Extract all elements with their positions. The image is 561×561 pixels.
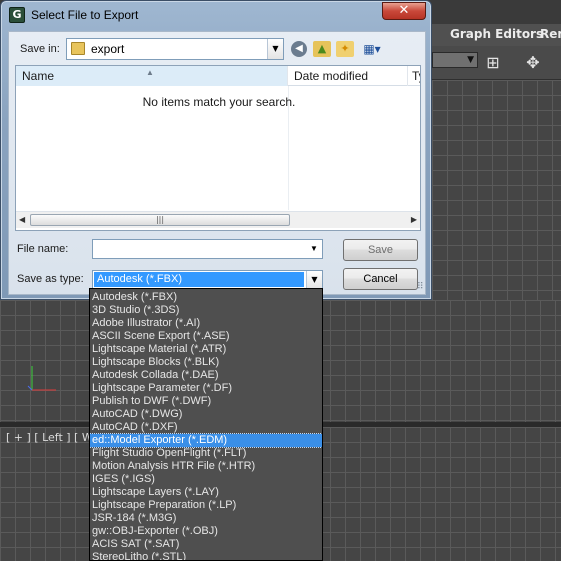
sort-arrow-icon: ▲ [146,68,154,77]
file-type-option[interactable]: Publish to DWF (*.DWF) [90,395,322,408]
menu-rendering[interactable]: Ren [540,27,561,41]
file-type-option[interactable]: Autodesk Collada (*.DAE) [90,369,322,382]
back-icon[interactable]: ◀ [291,41,307,57]
file-type-option[interactable]: 3D Studio (*.3DS) [90,304,322,317]
file-type-option[interactable]: Lightscape Blocks (*.BLK) [90,356,322,369]
cancel-button[interactable]: Cancel [343,268,418,290]
file-type-option[interactable]: Flight Studio OpenFlight (*.FLT) [90,447,322,460]
scroll-left-icon[interactable]: ◀ [19,215,25,224]
save-button[interactable]: Save [343,239,418,261]
file-name-label: File name: [17,243,69,255]
title-bar[interactable]: G Select File to Export ✕ [1,1,431,29]
folder-icon [71,42,85,55]
column-name-label: Name [22,69,55,83]
file-type-option[interactable]: Lightscape Layers (*.LAY) [90,486,322,499]
file-type-option[interactable]: Motion Analysis HTR File (*.HTR) [90,460,322,473]
save-in-value: export [91,42,125,56]
app-toolbar: ▼ ⊞ ✥ [432,46,561,80]
menu-graph-editors[interactable]: Graph Editors [450,27,543,41]
file-type-option[interactable]: StereoLitho (*.STL) [90,551,322,560]
column-type[interactable]: Ty [408,66,420,86]
view-menu-icon[interactable]: ▦▾ [360,41,384,57]
resize-grip-icon[interactable]: ⠿ [417,282,424,292]
chevron-down-icon[interactable]: ▼ [306,240,322,258]
save-in-dropdown[interactable]: export ▼ [66,38,284,60]
chevron-down-icon: ▼ [467,55,474,65]
file-type-option[interactable]: Lightscape Material (*.ATR) [90,343,322,356]
column-name[interactable]: Name ▲ [16,66,288,86]
list-header: Name ▲ Date modified Ty [16,66,420,86]
scroll-right-icon[interactable]: ▶ [411,215,417,224]
scrollbar-thumb[interactable]: ||| [30,214,290,226]
file-type-option[interactable]: gw::OBJ-Exporter (*.OBJ) [90,525,322,538]
axis-tripod-icon [27,366,56,391]
save-as-type-label: Save as type: [17,273,84,285]
file-type-option[interactable]: Lightscape Parameter (*.DF) [90,382,322,395]
move-icon[interactable]: ✥ [522,52,544,74]
file-type-option[interactable]: ASCII Scene Export (*.ASE) [90,330,322,343]
new-folder-icon[interactable]: ✦ [336,41,354,57]
empty-message: No items match your search. [142,95,296,109]
app-logo-icon: G [9,7,25,23]
close-button[interactable]: ✕ [382,2,426,20]
chevron-down-icon[interactable]: ▼ [306,271,322,288]
select-file-dialog: G Select File to Export ✕ Save in: expor… [0,0,432,300]
snap-toggle-icon[interactable]: ⊞ [482,52,504,74]
column-date-modified[interactable]: Date modified [288,66,408,86]
file-type-option[interactable]: Autodesk (*.FBX) [90,291,322,304]
file-list[interactable]: Name ▲ Date modified Ty No items match y… [15,65,421,231]
file-type-option[interactable]: IGES (*.IGS) [90,473,322,486]
dialog-title: Select File to Export [31,8,139,22]
file-type-option[interactable]: AutoCAD (*.DWG) [90,408,322,421]
viewport-top-right[interactable] [432,80,561,300]
save-as-type-value: Autodesk (*.FBX) [94,272,304,287]
chevron-down-icon[interactable]: ▼ [267,39,283,59]
file-type-option[interactable]: Lightscape Preparation (*.LP) [90,499,322,512]
dialog-body: Save in: export ▼ ◀ ▲ ✦ ▦▾ Name ▲ Date m… [8,31,426,295]
selection-filter-dropdown[interactable]: ▼ [432,52,478,68]
file-type-option[interactable]: AutoCAD (*.DXF) [90,421,322,434]
file-type-dropdown-list[interactable]: Autodesk (*.FBX) 3D Studio (*.3DS) Adobe I… [89,288,323,561]
file-name-field[interactable]: ▼ [92,239,323,259]
save-as-type-dropdown[interactable]: Autodesk (*.FBX) ▼ [92,270,323,289]
file-type-option[interactable]: Adobe Illustrator (*.AI) [90,317,322,330]
file-type-option[interactable]: JSR-184 (*.M3G) [90,512,322,525]
app-menubar: Graph Editors Ren [432,24,561,46]
file-type-option[interactable]: ed::Model Exporter (*.EDM) [90,433,322,448]
horizontal-scrollbar[interactable]: ◀ ||| ▶ [16,211,420,228]
file-type-option[interactable]: ACIS SAT (*.SAT) [90,538,322,551]
save-in-label: Save in: [20,43,60,55]
up-folder-icon[interactable]: ▲ [313,41,331,57]
